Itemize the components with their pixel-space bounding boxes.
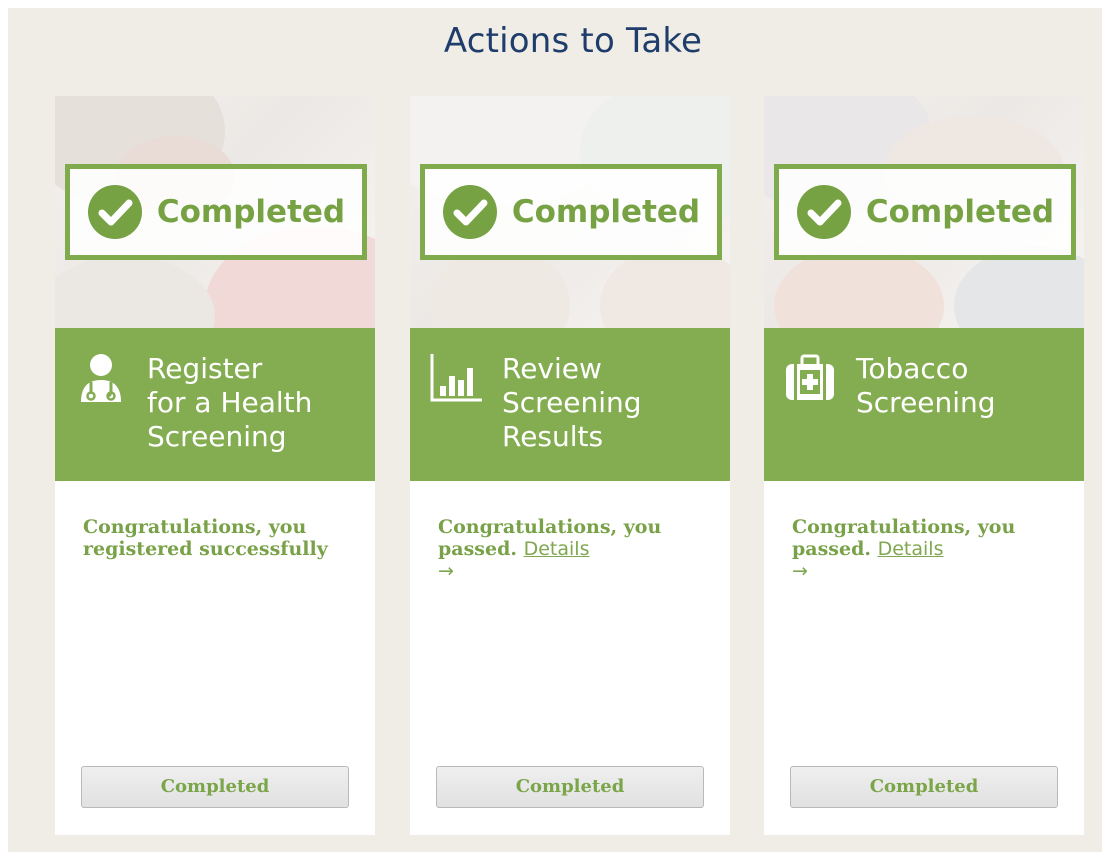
completed-badge: Completed xyxy=(774,164,1076,260)
task-band: Register for a Health Screening xyxy=(55,328,375,481)
task-band: Review Screening Results xyxy=(410,328,730,481)
check-circle-icon xyxy=(87,185,142,239)
page-title: Actions to Take xyxy=(443,21,703,61)
status-message: Congratulations, you registered successf… xyxy=(83,516,328,560)
completed-badge: Completed xyxy=(65,164,367,260)
medical-kit-icon xyxy=(786,354,834,400)
completed-badge-label: Completed xyxy=(511,194,701,230)
task-band: Tobacco Screening xyxy=(764,328,1084,481)
task-title: Tobacco Screening xyxy=(856,352,996,419)
check-circle-icon xyxy=(796,185,851,239)
card-hero-image: Completed xyxy=(764,96,1084,328)
action-card-tobacco: Completed Tobacco Screening Congratulati… xyxy=(764,96,1084,835)
completed-badge: Completed xyxy=(420,164,722,260)
card-hero-image: Completed xyxy=(410,96,730,328)
card-hero-image: Completed xyxy=(55,96,375,328)
details-link[interactable]: Details xyxy=(878,538,944,560)
completed-badge-label: Completed xyxy=(156,194,346,230)
bar-chart-icon xyxy=(430,354,482,402)
action-card-register: Completed Register for a Health Screenin… xyxy=(55,96,375,835)
check-circle-icon xyxy=(442,185,497,239)
status-message: Congratulations, you passed. Details → xyxy=(438,516,662,582)
action-card-review-results: Completed Review Screening Results Congr… xyxy=(410,96,730,835)
completed-button[interactable]: Completed xyxy=(790,766,1058,808)
completed-badge-label: Completed xyxy=(865,194,1055,230)
actions-panel: Actions to Take Completed Register for a… xyxy=(8,8,1102,852)
arrow-right-icon: → xyxy=(438,560,454,582)
completed-button[interactable]: Completed xyxy=(436,766,704,808)
completed-button[interactable]: Completed xyxy=(81,766,349,808)
task-title: Review Screening Results xyxy=(502,352,642,453)
arrow-right-icon: → xyxy=(792,560,808,582)
task-title: Register for a Health Screening xyxy=(147,352,313,453)
details-link[interactable]: Details xyxy=(524,538,590,560)
doctor-icon xyxy=(81,354,121,402)
status-message: Congratulations, you passed. Details → xyxy=(792,516,1016,582)
